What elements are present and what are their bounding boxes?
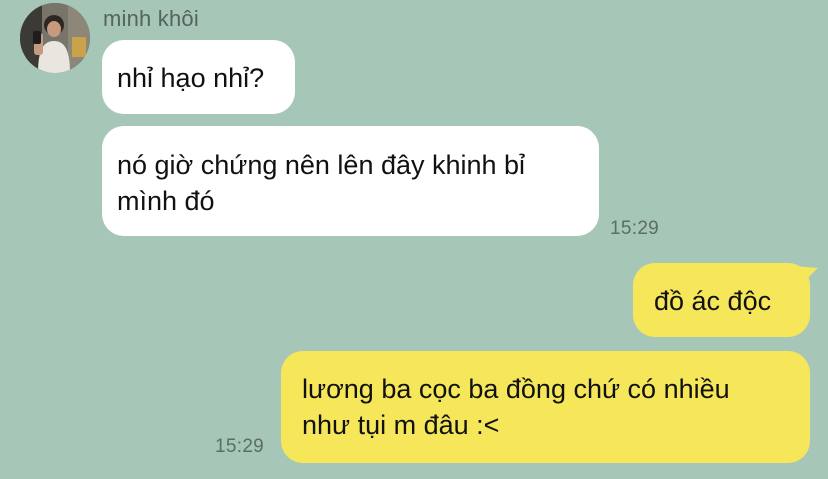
message-timestamp: 15:29 (215, 436, 265, 457)
sender-avatar[interactable] (20, 3, 90, 73)
profile-photo-icon (20, 3, 90, 73)
message-bubble-incoming[interactable]: nó giờ chứng nên lên đây khinh bỉ mình đ… (102, 126, 599, 236)
message-bubble-incoming[interactable]: nhỉ hạo nhỉ? (102, 40, 295, 114)
message-bubble-outgoing[interactable]: lương ba cọc ba đồng chứ có nhiều như tụ… (281, 351, 810, 463)
sender-name: minh khôi (103, 6, 199, 31)
chat-window: minh khôi nhỉ hạo nhỉ? nó giờ chứng nên … (0, 0, 828, 479)
message-timestamp: 15:29 (610, 218, 660, 239)
message-bubble-outgoing[interactable]: đồ ác độc (633, 263, 810, 337)
